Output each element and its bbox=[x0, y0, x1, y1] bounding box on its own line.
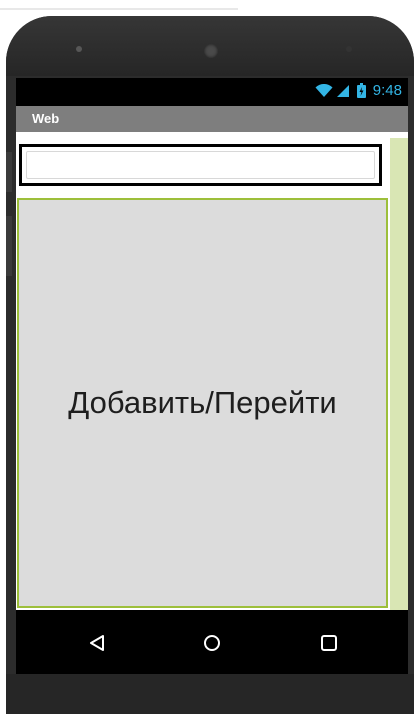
add-go-button-label: Добавить/Перейти bbox=[68, 385, 337, 420]
url-input[interactable] bbox=[26, 151, 375, 179]
home-icon bbox=[204, 635, 220, 651]
recents-button[interactable] bbox=[314, 628, 344, 658]
add-go-button[interactable]: Добавить/Перейти bbox=[17, 198, 388, 608]
recents-icon bbox=[321, 635, 337, 651]
wifi-icon bbox=[315, 83, 333, 98]
side-button-lower bbox=[6, 216, 12, 276]
page: 9:48 Web Добавить/Перейти bbox=[0, 0, 414, 714]
battery-icon bbox=[356, 83, 366, 98]
navigation-bar bbox=[16, 610, 408, 674]
back-icon bbox=[90, 635, 104, 651]
screen-right-strip bbox=[390, 138, 408, 610]
signal-icon bbox=[336, 84, 350, 98]
top-divider bbox=[0, 8, 238, 10]
side-button bbox=[6, 152, 12, 192]
phone-bottom-bezel bbox=[6, 674, 414, 714]
sensor-dot bbox=[76, 46, 82, 52]
url-textbox[interactable] bbox=[19, 144, 382, 186]
front-camera bbox=[204, 44, 218, 58]
status-icons: 9:48 bbox=[315, 82, 402, 99]
status-bar: 9:48 bbox=[16, 78, 408, 106]
app-title: Web bbox=[32, 111, 60, 126]
back-button[interactable] bbox=[82, 628, 112, 658]
home-button[interactable] bbox=[197, 628, 227, 658]
sensor-dot-right bbox=[346, 46, 352, 52]
app-screen: Добавить/Перейти bbox=[16, 132, 408, 610]
app-title-bar: Web bbox=[16, 106, 408, 132]
status-time: 9:48 bbox=[372, 82, 402, 99]
phone-top-bezel bbox=[6, 16, 414, 76]
